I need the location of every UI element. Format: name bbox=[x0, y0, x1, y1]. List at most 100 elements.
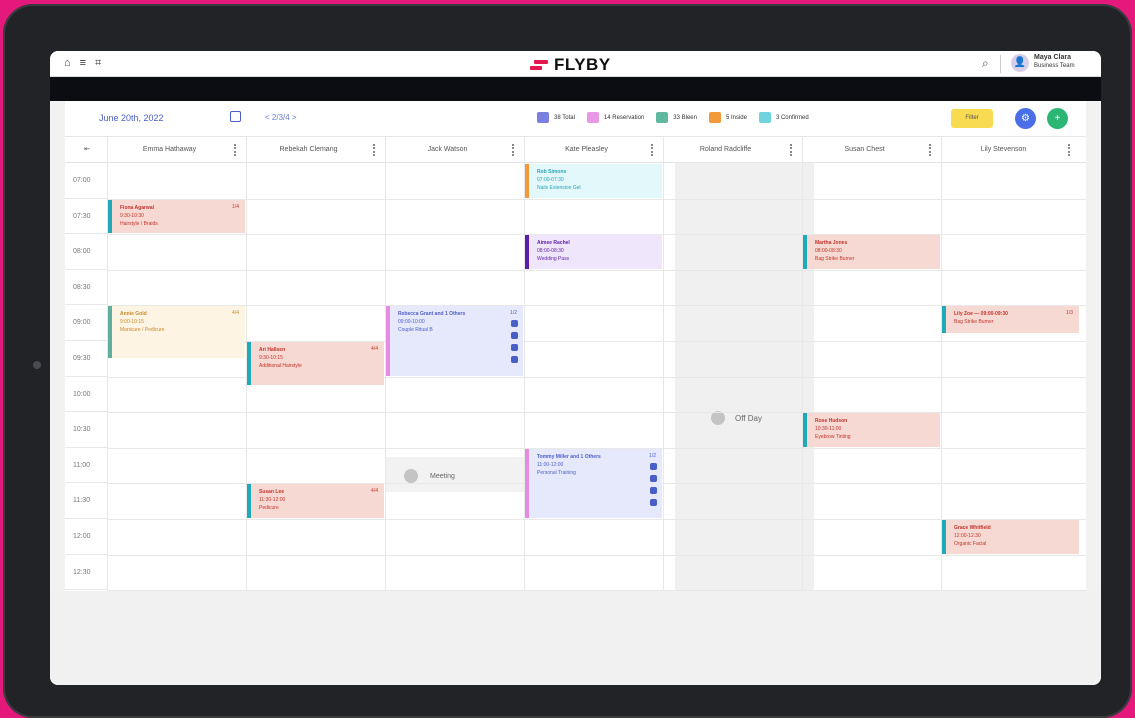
appointment-service: Hairstyle / Braids bbox=[120, 220, 158, 227]
page-nav[interactable]: < 2/3/4 > bbox=[265, 113, 297, 122]
appointment-client: Lily Zoe — 09:00-09:30 bbox=[954, 311, 1008, 318]
appointment-client: Ari Hallsen bbox=[259, 347, 286, 353]
logo-text: FLYBY bbox=[554, 55, 611, 74]
legend-swatch bbox=[537, 112, 549, 123]
column-menu-icon[interactable] bbox=[373, 144, 375, 156]
column-menu-icon[interactable] bbox=[1068, 144, 1070, 156]
legend-swatch bbox=[708, 112, 721, 123]
divider bbox=[1000, 55, 1001, 73]
time-label: 10:30 bbox=[65, 412, 107, 448]
header-band bbox=[50, 77, 1101, 101]
camera-dot bbox=[33, 361, 41, 369]
appointment-time: 9:30-10:15 bbox=[259, 355, 283, 361]
legend-label: 5 Inside bbox=[725, 114, 747, 121]
appointment-card[interactable]: Ari Hallsen 9:30-10:15 Additional Hairstyl… bbox=[247, 342, 384, 385]
legend-item[interactable]: 3 Confirmed bbox=[758, 112, 809, 123]
appointment-time: 11:30-12:00 bbox=[259, 497, 286, 504]
legend-label: 14 Reservation bbox=[603, 114, 645, 121]
column-header-7[interactable]: Lily Stevenson bbox=[941, 137, 1066, 163]
collapse-icon[interactable]: ⇤ bbox=[77, 137, 97, 163]
column-menu-icon[interactable] bbox=[790, 144, 792, 156]
add-button[interactable]: + bbox=[1047, 108, 1068, 129]
appointment-service: Pedicure bbox=[259, 505, 279, 512]
legend-item[interactable]: 5 Inside bbox=[708, 112, 747, 123]
appointment-service: Organic Facial bbox=[954, 541, 987, 547]
appointment-service: Wedding Pass bbox=[537, 256, 570, 263]
legend-item[interactable]: 14 Reservation bbox=[586, 112, 645, 123]
appointment-card[interactable]: Tommy Miller and 1 Others 11:00-12:00 Pers… bbox=[525, 448, 662, 518]
appointment-time: 08:00-08:30 bbox=[537, 248, 564, 255]
column-header-6[interactable]: Susan Chest bbox=[802, 137, 927, 163]
layers-icon[interactable]: ≡ bbox=[80, 57, 86, 70]
appointment-badge: 4/4 bbox=[232, 310, 239, 317]
column-header-1[interactable]: Emma Hathaway bbox=[107, 137, 232, 163]
appointment-badge: 1/2 bbox=[649, 452, 656, 459]
time-label: 08:00 bbox=[65, 234, 107, 270]
column-menu-icon[interactable] bbox=[929, 144, 931, 156]
search-icon[interactable]: ⌕ bbox=[982, 56, 989, 71]
add-icon[interactable] bbox=[511, 332, 518, 340]
legend-swatch bbox=[586, 112, 599, 123]
appointment-service: Nails Extension Gel bbox=[537, 185, 581, 191]
legend-label: 33 Bleen bbox=[673, 114, 697, 121]
appointment-card[interactable]: Rebecca Grant and 1 Others 09:00-10:00 Cou… bbox=[386, 306, 523, 376]
user-info[interactable]: Maya Clara Business Team bbox=[1034, 54, 1075, 70]
appointment-service: Manicure / Pedicure bbox=[120, 327, 165, 334]
check-icon[interactable] bbox=[650, 498, 657, 506]
appointment-client: Rose Hudson bbox=[815, 418, 848, 425]
time-label: 12:30 bbox=[65, 555, 107, 591]
appointment-card[interactable]: Annie Gold 9:00-10:15 Manicure / Pedicure 4… bbox=[108, 306, 245, 358]
appointment-time: 10:30-11:00 bbox=[815, 426, 842, 433]
appointment-card[interactable]: Fiona Agarwal 9:30-10:30 Hairstyle / Braid… bbox=[108, 199, 245, 234]
avatar[interactable]: 👤 bbox=[1011, 54, 1029, 72]
grid-icon[interactable]: ⌗ bbox=[95, 57, 101, 70]
appointment-client: Annie Gold bbox=[120, 311, 147, 318]
lock-icon[interactable] bbox=[511, 344, 518, 352]
home-icon[interactable]: ⌂ bbox=[64, 57, 71, 70]
column-divider bbox=[524, 137, 525, 591]
appointment-card[interactable]: Grace Whitfield 12:00-12:30 Organic Facial bbox=[942, 520, 1079, 554]
calendar-icon[interactable] bbox=[230, 111, 241, 122]
appointment-time: 08:00-08:30 bbox=[815, 248, 842, 255]
column-menu-icon[interactable] bbox=[651, 144, 653, 156]
appointment-time: 9:30-10:30 bbox=[120, 212, 144, 219]
appointment-badge: 4/4 bbox=[371, 346, 378, 352]
column-menu-icon[interactable] bbox=[512, 144, 514, 156]
empty-area bbox=[50, 591, 1101, 685]
appointment-client: Grace Whitfield bbox=[954, 525, 991, 531]
legend-item[interactable]: 38 Total bbox=[537, 112, 575, 123]
appointment-card[interactable]: Aimee Rachel 08:00-08:30 Wedding Pass bbox=[525, 235, 662, 269]
appointment-badge: 4/4 bbox=[371, 488, 378, 495]
column-header-5[interactable]: Roland Radcliffe bbox=[663, 137, 788, 163]
status-legend: 38 Total 14 Reservation 33 Bleen 5 Inside 3 … bbox=[537, 112, 809, 123]
settings-button[interactable]: ⚙ bbox=[1015, 108, 1036, 129]
top-bar: ⌂ ≡ ⌗ FLYBY ⌕ 👤 Maya Clara Business Team bbox=[50, 51, 1101, 77]
appointment-badge: 1/4 bbox=[232, 203, 239, 210]
appointment-client: Aimee Rachel bbox=[537, 240, 570, 247]
check-icon[interactable] bbox=[511, 356, 518, 364]
chat-icon[interactable] bbox=[650, 462, 657, 470]
filter-button[interactable]: Filter bbox=[951, 109, 993, 128]
appointment-time: 09:00-10:00 bbox=[398, 319, 425, 326]
column-header-2[interactable]: Rebekah Clemang bbox=[246, 137, 371, 163]
add-icon[interactable] bbox=[650, 474, 657, 482]
appointment-card[interactable]: Susan Lee 11:30-12:00 Pedicure 4/4 bbox=[247, 484, 384, 518]
current-date[interactable]: June 20th, 2022 bbox=[99, 113, 164, 123]
appointment-time: Bag Strike Burner bbox=[954, 319, 994, 326]
appointment-service: Bag Strike Burner bbox=[815, 256, 855, 263]
legend-item[interactable]: 33 Bleen bbox=[656, 112, 697, 123]
chat-icon[interactable] bbox=[511, 320, 518, 328]
app-logo[interactable]: FLYBY bbox=[528, 55, 611, 75]
legend-label: 3 Confirmed bbox=[775, 114, 809, 121]
time-label: 12:00 bbox=[65, 519, 107, 555]
appointment-card[interactable]: Martha Jones 08:00-08:30 Bag Strike Burner bbox=[803, 235, 940, 269]
row-divider bbox=[107, 305, 1086, 307]
column-header-4[interactable]: Kate Pleasley bbox=[524, 137, 649, 163]
column-menu-icon[interactable] bbox=[234, 144, 236, 156]
lock-icon[interactable] bbox=[650, 486, 657, 494]
appointment-time: 11:00-12:00 bbox=[537, 461, 564, 468]
appointment-card[interactable]: Rose Hudson 10:30-11:00 Eyebrow Tinting bbox=[803, 413, 940, 447]
column-header-3[interactable]: Jack Watson bbox=[385, 137, 510, 163]
appointment-card[interactable]: Lily Zoe — 09:00-09:30 Bag Strike Burner 1… bbox=[942, 306, 1079, 333]
appointment-card[interactable]: Rob Simons 07:00-07:30 Nails Extension Gel bbox=[525, 164, 662, 198]
